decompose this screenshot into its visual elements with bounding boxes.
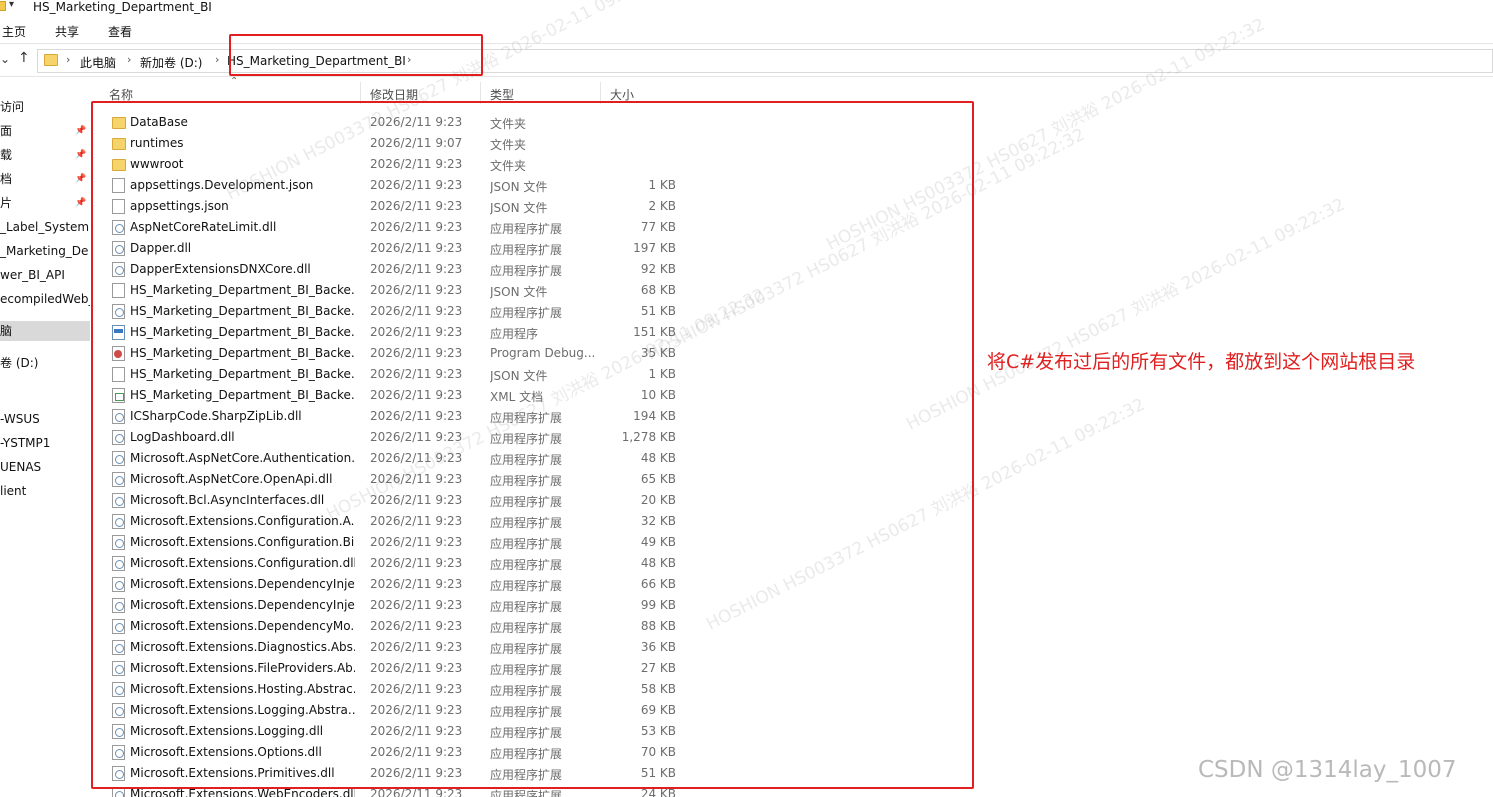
breadcrumb-drive-d[interactable]: 新加卷 (D:) [140, 54, 202, 71]
recent-locations-icon[interactable]: ⌄ [0, 52, 10, 66]
sidebar-item-label: _Label_System [0, 220, 90, 234]
address-highlight-box [229, 34, 483, 76]
chevron-right-icon[interactable]: › [66, 53, 70, 66]
sidebar-item-label: 脑 [0, 324, 13, 338]
sidebar-item-label: UENAS [0, 460, 42, 474]
sidebar-item-marketing[interactable]: _Marketing_De [0, 241, 90, 261]
sidebar-item-quick-access[interactable]: 访问 [0, 97, 90, 117]
navigation-pane: 访问 面 📌 载 📌 档 📌 片 📌 _Label_System _Marketing_… [0, 78, 90, 797]
pin-icon: 📌 [75, 198, 87, 208]
sidebar-item-label: -YSTMP1 [0, 436, 51, 450]
sidebar-item-label: ecompiledWeb_ [0, 292, 90, 306]
chevron-right-icon[interactable]: › [127, 53, 131, 66]
sidebar-item-label: -WSUS [0, 412, 40, 426]
tab-view[interactable]: 查看 [108, 23, 132, 40]
files-highlight-box [91, 101, 974, 789]
window-title: HS_Marketing_Department_BI [33, 0, 212, 14]
sidebar-item-drive-d[interactable]: 卷 (D:) [0, 353, 90, 373]
sidebar-item-label-system[interactable]: _Label_System [0, 217, 90, 237]
sidebar-item-label: 访问 [0, 100, 25, 114]
annotation-note: 将C#发布过后的所有文件，都放到这个网站根目录 [987, 351, 1416, 373]
up-arrow-icon[interactable]: ↑ [18, 50, 30, 66]
sidebar-item-label: lient [0, 484, 27, 498]
sidebar-item-downloads[interactable]: 载 📌 [0, 145, 90, 165]
pin-icon: 📌 [75, 174, 87, 184]
pin-icon: 📌 [75, 150, 87, 160]
sidebar-item-ystmp1[interactable]: -YSTMP1 [0, 433, 90, 453]
breadcrumb-this-pc[interactable]: 此电脑 [80, 54, 116, 71]
sidebar-item-label: 载 [0, 148, 13, 162]
folder-icon [0, 1, 6, 11]
sidebar-item-power-bi-api[interactable]: wer_BI_API [0, 265, 90, 285]
sidebar-item-label: 片 [0, 196, 13, 210]
sidebar-item-uenas[interactable]: UENAS [0, 457, 90, 477]
sidebar-item-label: 档 [0, 172, 13, 186]
sidebar-item-label: _Marketing_De [0, 244, 89, 258]
ribbon: 主页 共享 查看 [0, 18, 1493, 44]
sidebar-item-label: wer_BI_API [0, 268, 65, 282]
quick-access-dropdown-icon[interactable]: ▾ [9, 0, 14, 10]
sidebar-item-this-pc[interactable]: 脑 [0, 321, 90, 341]
folder-icon [44, 54, 58, 66]
sidebar-item-label: 面 [0, 124, 13, 138]
sidebar-item-desktop[interactable]: 面 📌 [0, 121, 90, 141]
address-row: ⌄ ↑ › 此电脑 › 新加卷 (D:) › HS_Marketing_Depa… [0, 45, 1493, 77]
tab-home[interactable]: 主页 [2, 23, 26, 40]
sidebar-item-pictures[interactable]: 片 📌 [0, 193, 90, 213]
chevron-right-icon[interactable]: › [215, 53, 219, 66]
tab-share[interactable]: 共享 [55, 23, 79, 40]
sidebar-item-documents[interactable]: 档 📌 [0, 169, 90, 189]
sidebar-item-label: 卷 (D:) [0, 356, 39, 370]
sidebar-item-client[interactable]: lient [0, 481, 90, 501]
sidebar-item-wsus[interactable]: -WSUS [0, 409, 90, 429]
title-bar: ▾ HS_Marketing_Department_BI [0, 0, 1493, 17]
pin-icon: 📌 [75, 126, 87, 136]
csdn-credit: CSDN @1314lay_1007 [1198, 757, 1457, 783]
sort-ascending-icon: ⌃ [230, 76, 239, 87]
sidebar-item-precompiled-web[interactable]: ecompiledWeb_ [0, 289, 90, 309]
